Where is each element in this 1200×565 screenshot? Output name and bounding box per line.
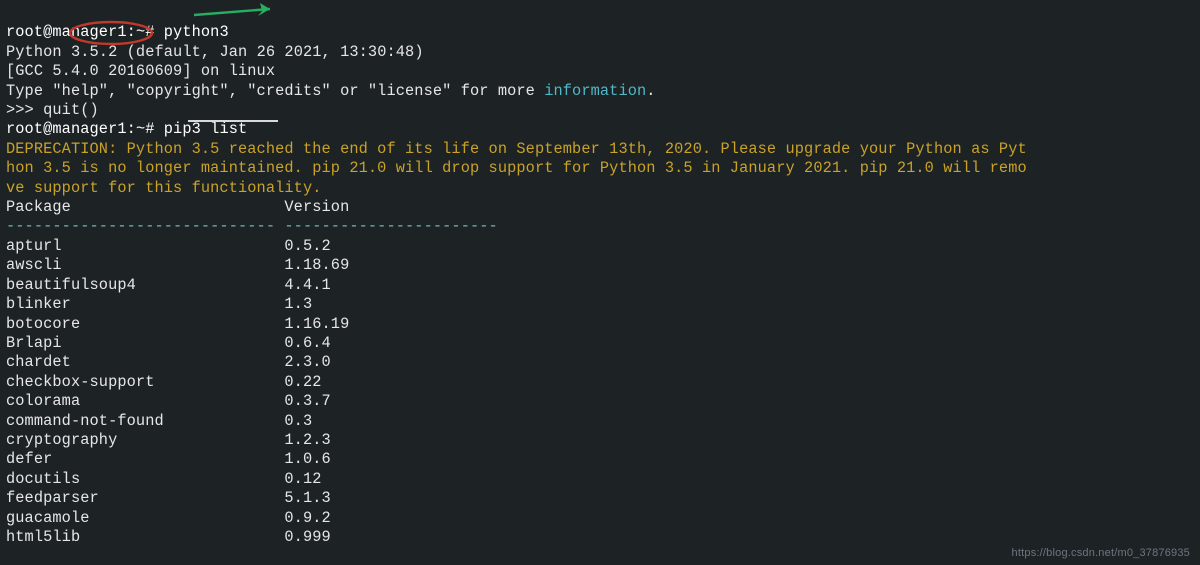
- table-row: blinker: [6, 295, 284, 313]
- table-row: apturl: [6, 237, 284, 255]
- table-row: command-not-found: [6, 412, 284, 430]
- package-version: 0.6.4: [284, 334, 330, 352]
- command-pip3-list: pip3 list: [164, 120, 248, 138]
- package-version: 0.12: [284, 470, 321, 488]
- deprecation-warning: DEPRECATION: Python 3.5 reached the end …: [6, 140, 1027, 197]
- pip-header: Package Version: [6, 198, 349, 216]
- python-quit-call: quit(): [43, 101, 99, 119]
- package-version: 2.3.0: [284, 353, 330, 371]
- package-version: 0.5.2: [284, 237, 330, 255]
- package-version: 1.3: [284, 295, 312, 313]
- prompt-line-1: root@manager1:~# python3: [6, 23, 229, 41]
- package-version: 0.9.2: [284, 509, 330, 527]
- package-version: 0.3: [284, 412, 312, 430]
- table-row: Brlapi: [6, 334, 284, 352]
- help-line: Type "help", "copyright", "credits" or "…: [6, 82, 656, 100]
- python-version-line: Python 3.5.2 (default, Jan 26 2021, 13:3…: [6, 43, 424, 61]
- prompt-line-2: root@manager1:~# pip3 list: [6, 120, 247, 138]
- table-row: beautifulsoup4: [6, 276, 284, 294]
- table-row: chardet: [6, 353, 284, 371]
- table-row: colorama: [6, 392, 284, 410]
- table-row: checkbox-support: [6, 373, 284, 391]
- table-row: botocore: [6, 315, 284, 333]
- table-row: docutils: [6, 470, 284, 488]
- package-version: 0.999: [284, 528, 330, 546]
- package-version: 0.3.7: [284, 392, 330, 410]
- package-version: 0.22: [284, 373, 321, 391]
- command-python3: python3: [164, 23, 229, 41]
- gcc-line: [GCC 5.4.0 20160609] on linux: [6, 62, 275, 80]
- package-version: 1.0.6: [284, 450, 330, 468]
- package-version: 1.16.19: [284, 315, 349, 333]
- package-version: 4.4.1: [284, 276, 330, 294]
- prompt-host: manager1: [52, 23, 126, 41]
- table-row: cryptography: [6, 431, 284, 449]
- python-version: 3.5.2: [71, 43, 117, 61]
- python-repl-prompt: >>>: [6, 101, 43, 119]
- table-row: awscli: [6, 256, 284, 274]
- watermark: https://blog.csdn.net/m0_37876935: [1012, 547, 1190, 559]
- package-version: 1.18.69: [284, 256, 349, 274]
- table-row: feedparser: [6, 489, 284, 507]
- table-row: html5lib: [6, 528, 284, 546]
- prompt-user: root: [6, 23, 43, 41]
- table-row: guacamole: [6, 509, 284, 527]
- table-row: defer: [6, 450, 284, 468]
- package-version: 1.2.3: [284, 431, 330, 449]
- package-list: apturl 0.5.2 awscli 1.18.69 beautifulsou…: [6, 237, 349, 546]
- information-link[interactable]: information: [544, 82, 646, 100]
- pip-header-dashes: ----------------------------- ----------…: [6, 217, 498, 235]
- terminal[interactable]: root@manager1:~# python3 Python 3.5.2 (d…: [0, 0, 1200, 547]
- python-repl-line: >>> quit(): [6, 101, 99, 119]
- package-version: 5.1.3: [284, 489, 330, 507]
- prompt-path: ~: [136, 23, 145, 41]
